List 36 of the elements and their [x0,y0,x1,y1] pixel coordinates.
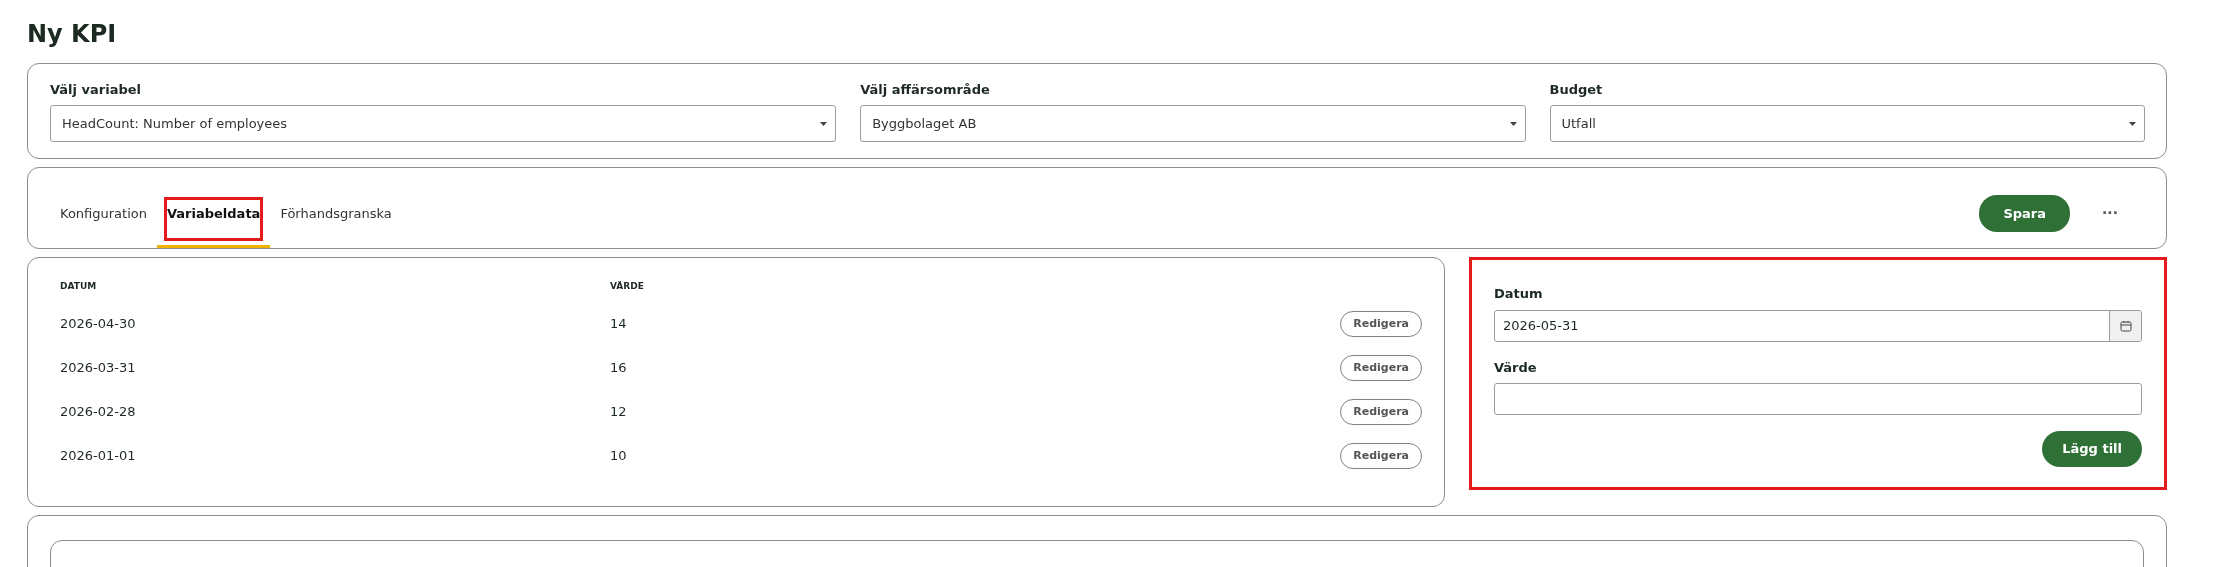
field-label: Välj affärsområde [860,80,991,99]
more-button[interactable]: ··· [2094,200,2126,226]
field-label: Budget [1549,80,1604,99]
add-button[interactable]: Lägg till [2042,431,2142,467]
caret-icon [820,121,828,126]
field-label: Värde [1494,358,1538,377]
save-button[interactable]: Spara [1979,194,2071,233]
edit-button[interactable]: Redigera [1340,310,1422,338]
edit-button[interactable]: Redigera [1340,354,1422,382]
caret-icon [2129,121,2136,126]
calendar-button[interactable] [2109,310,2141,341]
value-field[interactable] [1494,383,2142,416]
column-header: DATUM [60,280,98,294]
table-cell-text: 2026-02-28 [60,403,137,422]
column-header: VÄRDE [610,280,644,294]
field-label: Välj variabel [50,80,143,99]
edit-button[interactable]: Redigera [1340,398,1422,426]
calendar-icon [2119,319,2132,332]
tab[interactable]: Variabeldata [156,189,271,249]
table-cell-text: 12 [610,403,628,422]
field-label: Datum [1494,285,1544,304]
table-cell-text: 2026-04-30 [60,315,137,334]
table-cell-text: 14 [610,315,628,334]
table-cell-text: 2026-01-01 [60,447,137,466]
table-cell-text: 16 [610,359,628,378]
edit-button[interactable]: Redigera [1340,442,1422,470]
select-field[interactable]: Byggbolaget AB [860,105,1526,143]
tab[interactable]: Förhandsgranska [270,189,402,249]
tab[interactable]: Konfiguration [50,189,157,249]
page-title: Ny KPI [27,20,118,49]
select-field[interactable]: HeadCount: Number of employees [50,105,837,143]
table-cell-text: 10 [610,447,628,466]
select-field[interactable]: Utfall [1549,105,2145,143]
table-cell-text: 2026-03-31 [60,359,137,378]
date-field[interactable]: 2026-05-31 [1494,309,2142,342]
caret-icon [1509,121,1517,126]
